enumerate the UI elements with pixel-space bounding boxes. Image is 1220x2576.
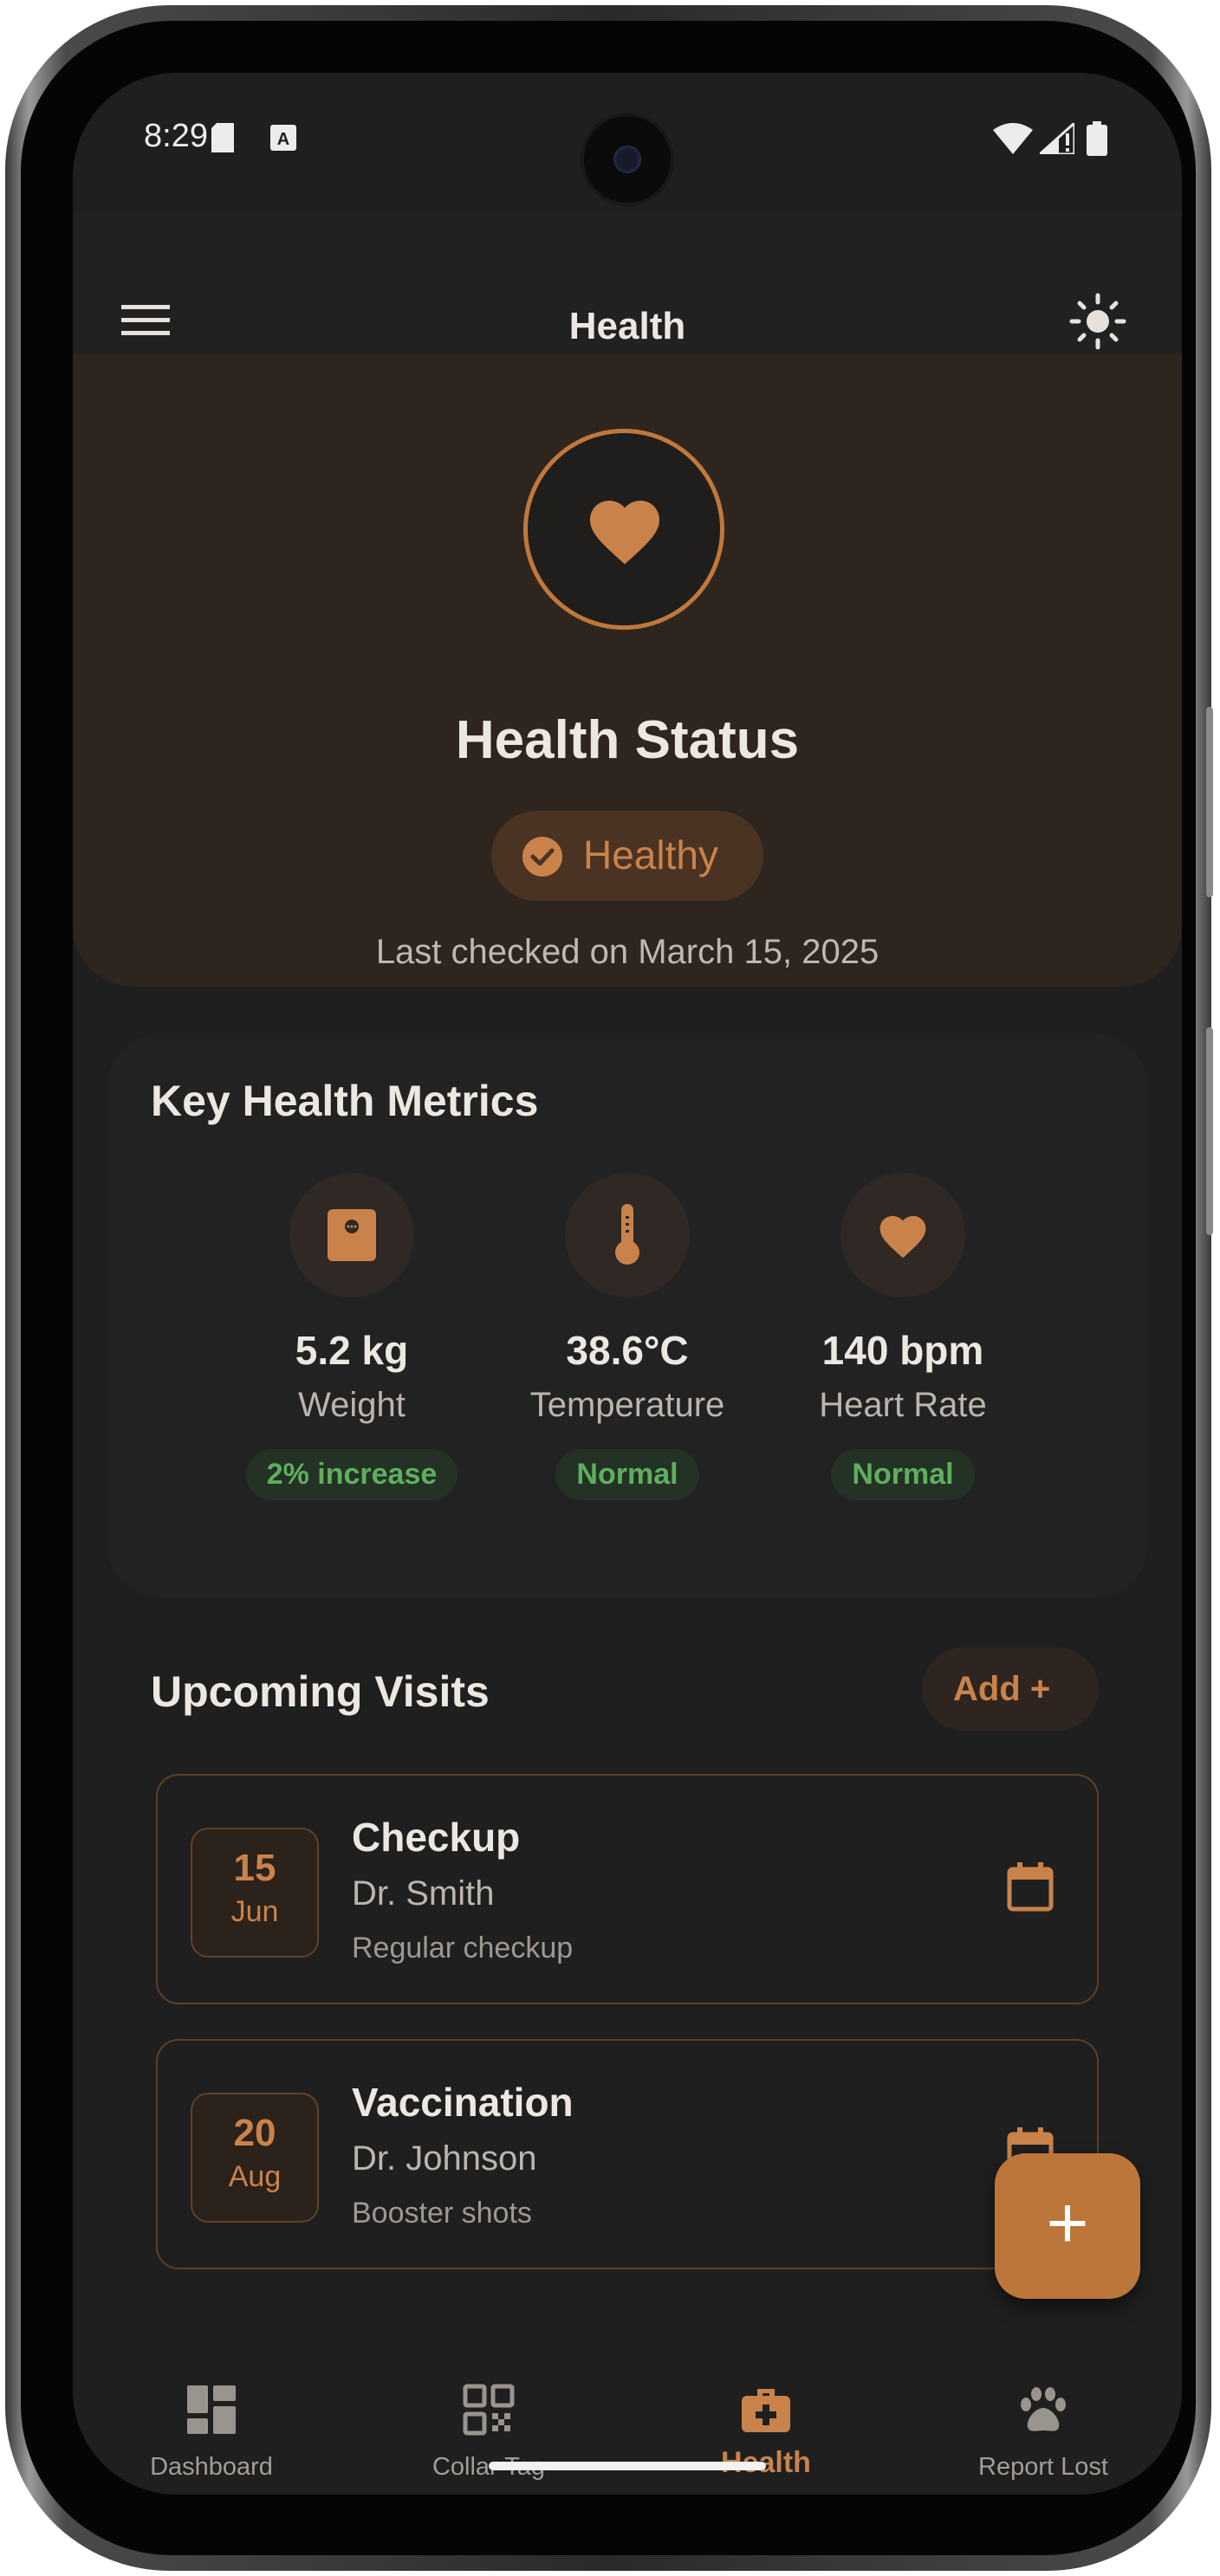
phone-frame: 8:29 A Health Health Status Healthy Last… [5, 5, 1213, 2571]
keyboard-a-icon: A [270, 125, 296, 151]
visit-date: 20 Aug [191, 2093, 319, 2223]
metric-label: Heart Rate [819, 1386, 987, 1424]
visit-card[interactable]: 15 Jun Checkup Dr. Smith Regular checkup [156, 1774, 1099, 2004]
metric-icon-circle [840, 1173, 965, 1298]
nav-collar-tag[interactable]: Collar Tag [350, 2342, 627, 2481]
signal-icon [1040, 123, 1074, 154]
metric-badge: 2% increase [245, 1449, 458, 1500]
status-time: 8:29 [144, 118, 208, 154]
metric-heart-rate: 140 bpm Heart Rate Normal [747, 1173, 1059, 1500]
metric-value: 38.6°C [566, 1328, 689, 1373]
svg-text:A: A [277, 130, 289, 149]
visit-title: Vaccination [352, 2080, 574, 2125]
battery-icon [1087, 121, 1107, 156]
health-status-card: Health Status Healthy Last checked on Ma… [73, 354, 1182, 987]
health-status-icon [523, 429, 724, 630]
nav-report-lost[interactable]: Report Lost [905, 2342, 1182, 2481]
metric-badge: Normal [555, 1449, 699, 1500]
visit-note: Regular checkup [352, 1932, 574, 1964]
heart-icon [590, 501, 659, 565]
thermometer-icon [615, 1204, 639, 1265]
add-visit-button[interactable]: Add + [922, 1647, 1099, 1731]
status-badge-label: Healthy [583, 832, 718, 877]
screen: 8:29 A Health Health Status Healthy Last… [73, 73, 1182, 2495]
last-checked-text: Last checked on March 15, 2025 [375, 933, 879, 971]
visit-doctor: Dr. Johnson [352, 2139, 537, 2178]
visit-day: 20 [233, 2112, 276, 2154]
dashboard-icon [187, 2385, 236, 2434]
phone-bezel: 8:29 A Health Health Status Healthy Last… [21, 21, 1196, 2555]
metric-label: Temperature [529, 1386, 725, 1424]
nav-label: Report Lost [978, 2453, 1108, 2481]
health-status-title: Health Status [455, 710, 800, 770]
metric-icon-circle [565, 1173, 690, 1298]
sun-icon[interactable] [1069, 293, 1126, 350]
metric-value: 5.2 kg [295, 1328, 409, 1373]
metric-value: 140 bpm [821, 1328, 984, 1373]
plus-icon: + [1046, 2182, 1089, 2263]
bottom-navigation: Dashboard Collar Tag [73, 2342, 1182, 2495]
add-visit-label: Add + [953, 1670, 1051, 1708]
nav-dashboard[interactable]: Dashboard [73, 2342, 350, 2481]
front-camera [584, 116, 671, 203]
visit-day: 15 [233, 1847, 276, 1889]
metric-weight: 5.2 kg Weight 2% increase [196, 1173, 508, 1500]
visit-month: Jun [230, 1895, 279, 1928]
metric-temperature: 38.6°C Temperature Normal [471, 1173, 783, 1500]
wifi-icon [993, 123, 1033, 154]
visit-note: Booster shots [352, 2197, 532, 2230]
heart-icon [879, 1215, 926, 1259]
visit-doctor: Dr. Smith [352, 1874, 495, 1913]
visit-date: 15 Jun [191, 1828, 319, 1958]
metric-badge: Normal [831, 1449, 975, 1500]
nav-label: Dashboard [150, 2453, 273, 2481]
calendar-icon[interactable] [1007, 1862, 1054, 1913]
visits-section-title: Upcoming Visits [151, 1667, 490, 1716]
volume-button [1206, 1027, 1213, 1235]
home-indicator[interactable] [489, 2462, 766, 2470]
metric-icon-circle [289, 1173, 414, 1298]
metric-label: Weight [298, 1386, 406, 1424]
add-fab-button[interactable]: + [995, 2153, 1140, 2299]
page-title: Health [568, 305, 686, 347]
check-circle-icon [522, 837, 562, 877]
visit-month: Aug [228, 2160, 282, 2193]
status-badge: Healthy [491, 811, 763, 901]
visit-card[interactable]: 20 Aug Vaccination Dr. Johnson Booster s… [156, 2039, 1099, 2269]
paw-icon [1021, 2387, 1066, 2431]
power-button [1206, 707, 1213, 897]
medical-bag-icon [742, 2389, 790, 2432]
qr-code-icon [463, 2384, 515, 2436]
visit-title: Checkup [352, 1815, 521, 1860]
nav-health[interactable]: Health [627, 2342, 905, 2479]
sd-card-icon [211, 123, 234, 152]
scale-icon [328, 1209, 376, 1261]
metrics-section-title: Key Health Metrics [151, 1077, 539, 1125]
